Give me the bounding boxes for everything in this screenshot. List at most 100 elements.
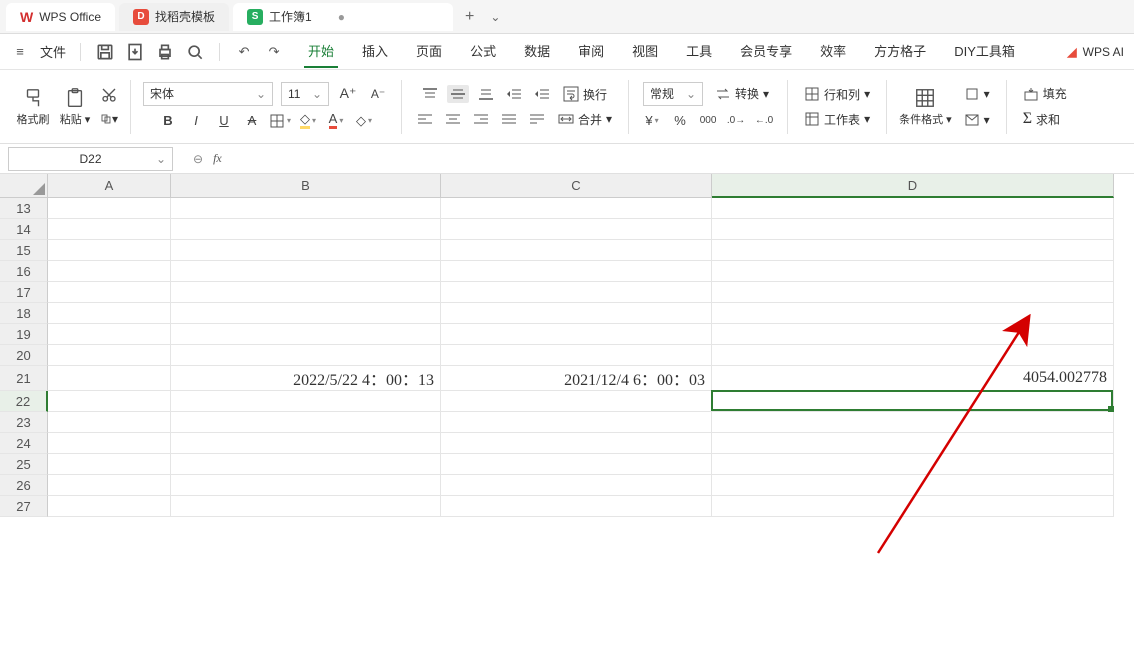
increase-decimal-button[interactable]: .0→ [725,110,747,132]
row-header[interactable]: 14 [0,219,48,240]
cell[interactable] [48,282,171,303]
cell[interactable] [712,391,1114,412]
convert-button[interactable]: 转换 ▾ [711,83,773,104]
number-format-select[interactable]: 常规⌄ [643,82,703,106]
merge-button[interactable]: 合并 ▾ [554,109,616,130]
row-header[interactable]: 27 [0,496,48,517]
app-tab-wps[interactable]: W WPS Office [6,3,115,31]
menu-tab-view[interactable]: 视图 [628,35,662,68]
cell[interactable] [48,261,171,282]
align-left-icon[interactable] [414,110,436,128]
col-header-B[interactable]: B [171,174,441,198]
comma-button[interactable]: 000 [697,110,719,132]
cell[interactable] [171,475,441,496]
cell[interactable] [171,198,441,219]
cell[interactable] [441,261,712,282]
cell[interactable] [712,496,1114,517]
clear-format-button[interactable]: ◇ [353,110,375,132]
menu-tab-ffgz[interactable]: 方方格子 [870,35,930,68]
cell[interactable] [712,475,1114,496]
undo-icon[interactable]: ↶ [234,42,254,62]
cell[interactable] [712,198,1114,219]
cell[interactable] [171,282,441,303]
cell[interactable] [441,475,712,496]
cell[interactable] [441,219,712,240]
menu-tab-start[interactable]: 开始 [304,35,338,68]
cell[interactable] [712,219,1114,240]
row-header[interactable]: 24 [0,433,48,454]
rowcol-button[interactable]: 行和列 ▾ [800,84,874,105]
cell[interactable] [712,412,1114,433]
align-top-icon[interactable] [419,85,441,103]
row-header[interactable]: 20 [0,345,48,366]
cell[interactable] [171,303,441,324]
decrease-decimal-button[interactable]: ←.0 [753,110,775,132]
italic-button[interactable]: I [185,110,207,132]
align-right-icon[interactable] [470,110,492,128]
cell[interactable] [171,454,441,475]
cell[interactable] [441,324,712,345]
copy-icon[interactable]: ▾ [100,110,118,128]
menu-tab-insert[interactable]: 插入 [358,35,392,68]
cell[interactable] [171,433,441,454]
wrap-text-button[interactable]: 换行 [559,84,611,105]
table-style-button[interactable]: ▾ [960,110,994,130]
currency-button[interactable]: ¥ [641,110,663,132]
conditional-format-button[interactable]: 条件格式 ▾ [899,87,952,127]
format-painter-button[interactable]: 格式刷 [16,87,50,127]
cell[interactable]: 4054.002778 [712,366,1114,391]
cell[interactable] [48,345,171,366]
font-size-select[interactable]: 11⌄ [281,82,329,106]
bold-button[interactable]: B [157,110,179,132]
cell[interactable]: 2021/12/4 6：00：03 [441,366,712,391]
decrease-font-icon[interactable]: A⁻ [367,83,389,105]
cell[interactable] [171,219,441,240]
cell[interactable] [48,391,171,412]
zoom-icon[interactable]: ⊖ [193,152,203,166]
cell[interactable] [441,303,712,324]
row-header[interactable]: 22 [0,391,48,412]
cell[interactable] [171,496,441,517]
row-header[interactable]: 18 [0,303,48,324]
cell[interactable] [441,412,712,433]
font-name-select[interactable]: 宋体⌄ [143,82,273,106]
decrease-indent-icon[interactable] [503,85,525,103]
menu-tab-member[interactable]: 会员专享 [736,35,796,68]
cell[interactable] [441,454,712,475]
col-header-D[interactable]: D [712,174,1114,198]
font-color-button[interactable]: A [325,110,347,132]
cell[interactable] [441,282,712,303]
menu-tab-formula[interactable]: 公式 [466,35,500,68]
export-icon[interactable] [125,42,145,62]
wps-ai-button[interactable]: WPS AI [1083,45,1124,59]
underline-button[interactable]: U [213,110,235,132]
cell[interactable]: 2022/5/22 4：00：13 [171,366,441,391]
align-center-icon[interactable] [442,110,464,128]
cell[interactable] [712,454,1114,475]
cell[interactable] [48,496,171,517]
cell[interactable] [712,240,1114,261]
fill-button[interactable]: 填充 [1019,83,1071,104]
cell[interactable] [171,240,441,261]
cell[interactable] [48,240,171,261]
cell[interactable] [48,433,171,454]
save-icon[interactable] [95,42,115,62]
fx-icon[interactable]: fx [213,151,222,166]
cut-icon[interactable] [100,86,118,104]
cell[interactable] [712,261,1114,282]
row-header[interactable]: 19 [0,324,48,345]
cell[interactable] [712,345,1114,366]
distribute-icon[interactable] [526,110,548,128]
cell[interactable] [48,475,171,496]
cell[interactable] [441,433,712,454]
col-header-A[interactable]: A [48,174,171,198]
menu-icon[interactable]: ≡ [10,42,30,62]
add-tab-button[interactable]: + [457,8,482,26]
worksheet-button[interactable]: 工作表 ▾ [800,109,874,130]
cell[interactable] [48,454,171,475]
menu-tab-data[interactable]: 数据 [520,35,554,68]
fill-color-button[interactable]: ◇ [297,110,319,132]
cell[interactable] [171,391,441,412]
cell[interactable] [48,198,171,219]
cell[interactable] [712,282,1114,303]
